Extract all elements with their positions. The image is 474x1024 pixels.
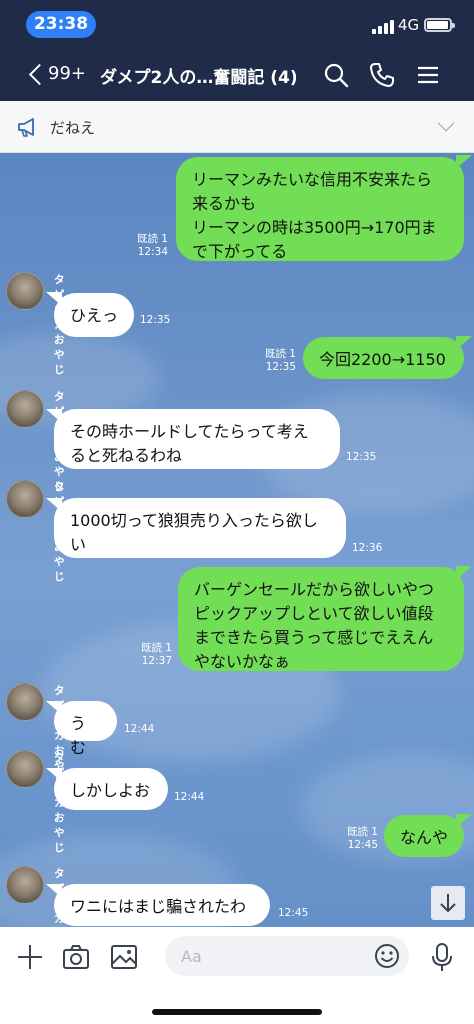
message-time: 12:35	[140, 314, 171, 326]
read-receipt: 既読 1	[140, 642, 172, 654]
message-list[interactable]: リーマンみたいな信用不安来たら 来るかも リーマンの時は3500円→170円ま …	[0, 153, 474, 927]
message-time: 12:35	[265, 361, 296, 373]
message-time: 12:35	[346, 451, 377, 463]
message-bubble[interactable]: バーゲンセールだから欲しいやつ ピックアップしといて欲しい値段 まできたら買うっ…	[178, 567, 464, 671]
announcement-text: だねえ	[50, 119, 96, 137]
network-type: 4G	[398, 16, 420, 34]
avatar[interactable]	[6, 750, 44, 788]
message-time: 12:44	[174, 791, 205, 803]
message-time: 12:44	[124, 723, 155, 735]
message-bubble[interactable]: その時ホールドしてたらって考え ると死ねるわね	[54, 409, 340, 469]
message-bubble[interactable]: 1000切って狼狽売り入ったら欲し い	[54, 498, 346, 558]
unread-count: 99+	[48, 63, 86, 84]
message-time: 12:45	[278, 907, 309, 919]
avatar[interactable]	[6, 390, 44, 428]
read-receipt: 既読 1	[264, 348, 296, 360]
message-time: 12:45	[347, 839, 378, 851]
mic-icon[interactable]	[427, 942, 457, 972]
message-time: 12:34	[137, 246, 168, 258]
avatar[interactable]	[6, 272, 44, 310]
read-receipt: 既読 1	[136, 233, 168, 245]
message-bubble[interactable]: しかしよお	[54, 768, 168, 810]
message-bubble[interactable]: ひえっ	[54, 293, 134, 337]
input-bar	[0, 927, 474, 1024]
emoji-icon[interactable]	[374, 943, 400, 969]
message-input[interactable]	[165, 936, 409, 976]
read-receipt: 既読 1	[346, 826, 378, 838]
message-bubble[interactable]: うむ	[54, 701, 117, 757]
chevron-down-icon[interactable]	[437, 114, 455, 132]
chevron-left-icon	[28, 63, 51, 86]
phone-icon[interactable]	[368, 61, 396, 89]
message-bubble[interactable]: ワニにはまじ騙されたわ	[54, 884, 270, 926]
status-bar: 23:38 4G	[0, 0, 474, 48]
camera-icon[interactable]	[61, 942, 91, 972]
arrow-down-icon	[440, 894, 456, 913]
announcement-bar[interactable]: だねえ	[0, 101, 474, 153]
image-icon[interactable]	[109, 942, 139, 972]
message-bubble[interactable]: リーマンみたいな信用不安来たら 来るかも リーマンの時は3500円→170円ま …	[176, 157, 464, 261]
message-bubble[interactable]: 今回2200→1150	[303, 337, 464, 379]
search-icon[interactable]	[322, 61, 350, 89]
signal-icon	[372, 20, 396, 34]
plus-icon[interactable]	[15, 942, 45, 972]
scroll-to-bottom-button[interactable]	[431, 886, 465, 920]
avatar[interactable]	[6, 480, 44, 518]
avatar[interactable]	[6, 683, 44, 721]
back-button[interactable]: 99+	[20, 54, 92, 96]
home-indicator	[152, 1009, 322, 1015]
message-time: 12:37	[141, 655, 172, 667]
battery-icon	[424, 18, 455, 32]
avatar[interactable]	[6, 866, 44, 904]
message-bubble[interactable]: なんや	[384, 815, 464, 857]
message-time: 12:36	[352, 542, 383, 554]
megaphone-icon	[18, 118, 34, 137]
chat-header: 99+ ダメプ2人の…奮闘記 (4)	[0, 48, 474, 101]
status-time: 23:38	[26, 11, 96, 38]
menu-icon[interactable]	[414, 61, 442, 89]
chat-title: ダメプ2人の…奮闘記 (4)	[100, 68, 296, 88]
